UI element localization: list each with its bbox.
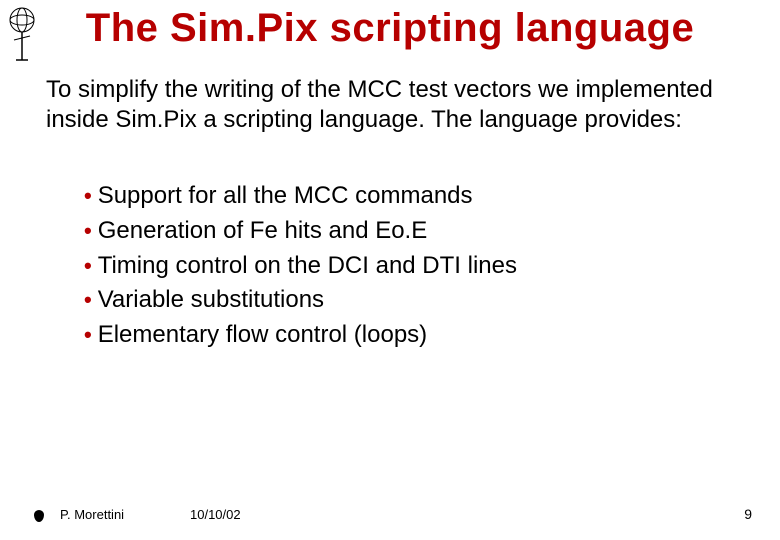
bullet-icon: • xyxy=(84,214,92,248)
bullet-icon: • xyxy=(84,179,92,213)
list-item: • Generation of Fe hits and Eo.E xyxy=(84,214,780,249)
list-item: • Elementary flow control (loops) xyxy=(84,318,780,353)
bullet-text: Generation of Fe hits and Eo.E xyxy=(98,214,428,249)
bullet-icon: • xyxy=(84,249,92,283)
list-item: • Variable substitutions xyxy=(84,283,780,318)
bullet-text: Timing control on the DCI and DTI lines xyxy=(98,249,517,284)
bullet-icon: • xyxy=(84,318,92,352)
footer-page-number: 9 xyxy=(744,506,752,522)
slide: The Sim.Pix scripting language To simpli… xyxy=(0,0,780,540)
bullet-text: Elementary flow control (loops) xyxy=(98,318,427,353)
list-item: • Timing control on the DCI and DTI line… xyxy=(84,249,780,284)
bullet-list: • Support for all the MCC commands • Gen… xyxy=(0,135,780,353)
slide-title: The Sim.Pix scripting language xyxy=(0,0,780,51)
bullet-text: Variable substitutions xyxy=(98,283,324,318)
footer-author: P. Morettini xyxy=(60,507,190,522)
bullet-text: Support for all the MCC commands xyxy=(98,179,473,214)
logo-icon xyxy=(6,6,38,62)
slide-footer: P. Morettini 10/10/02 9 xyxy=(0,506,780,522)
bullet-icon: • xyxy=(84,283,92,317)
intro-paragraph: To simplify the writing of the MCC test … xyxy=(0,51,780,135)
list-item: • Support for all the MCC commands xyxy=(84,179,780,214)
footer-date: 10/10/02 xyxy=(190,507,241,522)
